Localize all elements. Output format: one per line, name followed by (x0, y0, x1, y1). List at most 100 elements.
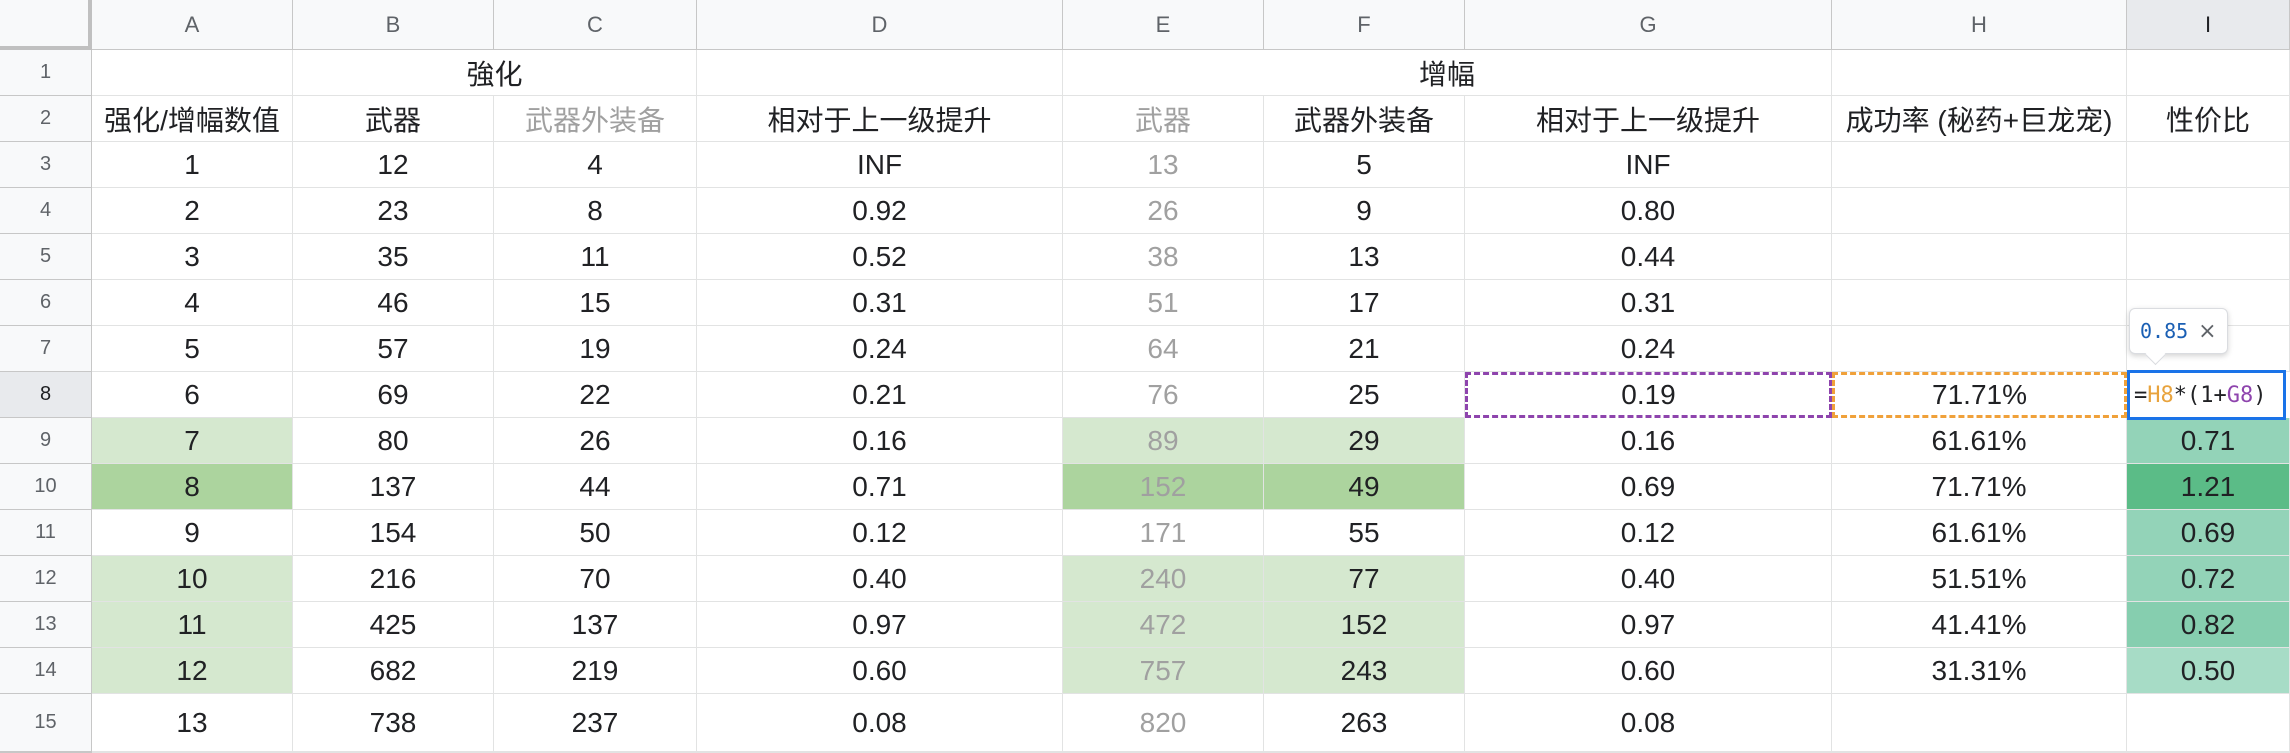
cell-i15[interactable] (2127, 694, 2290, 752)
row-header-12[interactable]: 12 (0, 556, 92, 602)
cell-b9[interactable]: 80 (293, 418, 494, 464)
cell-b11[interactable]: 154 (293, 510, 494, 556)
row-header-9[interactable]: 9 (0, 418, 92, 464)
cell-h1[interactable] (1832, 50, 2127, 96)
cell-a14[interactable]: 12 (92, 648, 293, 694)
cell-f14[interactable]: 243 (1264, 648, 1465, 694)
cell-d11[interactable]: 0.12 (697, 510, 1063, 556)
column-header-e[interactable]: E (1063, 0, 1264, 50)
cell-a9[interactable]: 7 (92, 418, 293, 464)
cell-b6[interactable]: 46 (293, 280, 494, 326)
cell-g5[interactable]: 0.44 (1465, 234, 1832, 280)
header-c2[interactable]: 武器外装备 (494, 96, 697, 142)
row-header-13[interactable]: 13 (0, 602, 92, 648)
cell-d4[interactable]: 0.92 (697, 188, 1063, 234)
cell-h13[interactable]: 41.41% (1832, 602, 2127, 648)
cell-a6[interactable]: 4 (92, 280, 293, 326)
cell-g6[interactable]: 0.31 (1465, 280, 1832, 326)
cell-h8[interactable]: 71.71% (1832, 372, 2127, 418)
cell-a11[interactable]: 9 (92, 510, 293, 556)
cell-c10[interactable]: 44 (494, 464, 697, 510)
cell-a15[interactable]: 13 (92, 694, 293, 752)
cell-f12[interactable]: 77 (1264, 556, 1465, 602)
cell-i9[interactable]: 0.71 (2127, 418, 2290, 464)
cell-e8[interactable]: 76 (1063, 372, 1264, 418)
cell-h4[interactable] (1832, 188, 2127, 234)
cell-c7[interactable]: 19 (494, 326, 697, 372)
column-header-g[interactable]: G (1465, 0, 1832, 50)
header-a2[interactable]: 强化/增幅数值 (92, 96, 293, 142)
cell-a12[interactable]: 10 (92, 556, 293, 602)
header-e2[interactable]: 武器 (1063, 96, 1264, 142)
cell-a4[interactable]: 2 (92, 188, 293, 234)
header-g2[interactable]: 相对于上一级提升 (1465, 96, 1832, 142)
cell-c5[interactable]: 11 (494, 234, 697, 280)
cell-g4[interactable]: 0.80 (1465, 188, 1832, 234)
cell-d9[interactable]: 0.16 (697, 418, 1063, 464)
cell-f5[interactable]: 13 (1264, 234, 1465, 280)
cell-d8[interactable]: 0.21 (697, 372, 1063, 418)
cell-b13[interactable]: 425 (293, 602, 494, 648)
row-header-5[interactable]: 5 (0, 234, 92, 280)
header-h2[interactable]: 成功率 (秘药+巨龙宠) (1832, 96, 2127, 142)
cell-i1[interactable] (2127, 50, 2290, 96)
cell-c14[interactable]: 219 (494, 648, 697, 694)
cell-b15[interactable]: 738 (293, 694, 494, 752)
cell-h12[interactable]: 51.51% (1832, 556, 2127, 602)
cell-i5[interactable] (2127, 234, 2290, 280)
column-header-h[interactable]: H (1832, 0, 2127, 50)
cell-i13[interactable]: 0.82 (2127, 602, 2290, 648)
cell-f4[interactable]: 9 (1264, 188, 1465, 234)
cell-g11[interactable]: 0.12 (1465, 510, 1832, 556)
cell-c9[interactable]: 26 (494, 418, 697, 464)
cell-e6[interactable]: 51 (1063, 280, 1264, 326)
cell-d6[interactable]: 0.31 (697, 280, 1063, 326)
cell-c3[interactable]: 4 (494, 142, 697, 188)
cell-g13[interactable]: 0.97 (1465, 602, 1832, 648)
cell-f15[interactable]: 263 (1264, 694, 1465, 752)
cell-f11[interactable]: 55 (1264, 510, 1465, 556)
cell-i10[interactable]: 1.21 (2127, 464, 2290, 510)
cell-b7[interactable]: 57 (293, 326, 494, 372)
column-header-d[interactable]: D (697, 0, 1063, 50)
column-header-a[interactable]: A (92, 0, 293, 50)
cell-i11[interactable]: 0.69 (2127, 510, 2290, 556)
cell-c8[interactable]: 22 (494, 372, 697, 418)
cell-e9[interactable]: 89 (1063, 418, 1264, 464)
cell-h3[interactable] (1832, 142, 2127, 188)
column-header-c[interactable]: C (494, 0, 697, 50)
cell-g7[interactable]: 0.24 (1465, 326, 1832, 372)
cell-a1[interactable] (92, 50, 293, 96)
cell-c13[interactable]: 137 (494, 602, 697, 648)
row-header-15[interactable]: 15 (0, 694, 92, 752)
cell-h6[interactable] (1832, 280, 2127, 326)
merged-header-amplify[interactable]: 增幅 (1063, 50, 1832, 96)
cell-g3[interactable]: INF (1465, 142, 1832, 188)
cell-h15[interactable] (1832, 694, 2127, 752)
row-header-2[interactable]: 2 (0, 96, 92, 142)
cell-c12[interactable]: 70 (494, 556, 697, 602)
cell-b14[interactable]: 682 (293, 648, 494, 694)
header-f2[interactable]: 武器外装备 (1264, 96, 1465, 142)
cell-d14[interactable]: 0.60 (697, 648, 1063, 694)
cell-d15[interactable]: 0.08 (697, 694, 1063, 752)
cell-h5[interactable] (1832, 234, 2127, 280)
column-header-b[interactable]: B (293, 0, 494, 50)
row-header-3[interactable]: 3 (0, 142, 92, 188)
cell-h7[interactable] (1832, 326, 2127, 372)
cell-b10[interactable]: 137 (293, 464, 494, 510)
cell-c15[interactable]: 237 (494, 694, 697, 752)
cell-g8[interactable]: 0.19 (1465, 372, 1832, 418)
select-all-corner[interactable] (0, 0, 92, 50)
cell-d7[interactable]: 0.24 (697, 326, 1063, 372)
cell-d3[interactable]: INF (697, 142, 1063, 188)
cell-e15[interactable]: 820 (1063, 694, 1264, 752)
cell-a10[interactable]: 8 (92, 464, 293, 510)
cell-g15[interactable]: 0.08 (1465, 694, 1832, 752)
cell-f10[interactable]: 49 (1264, 464, 1465, 510)
header-i2[interactable]: 性价比 (2127, 96, 2290, 142)
cell-h14[interactable]: 31.31% (1832, 648, 2127, 694)
cell-d13[interactable]: 0.97 (697, 602, 1063, 648)
cell-e10[interactable]: 152 (1063, 464, 1264, 510)
row-header-4[interactable]: 4 (0, 188, 92, 234)
